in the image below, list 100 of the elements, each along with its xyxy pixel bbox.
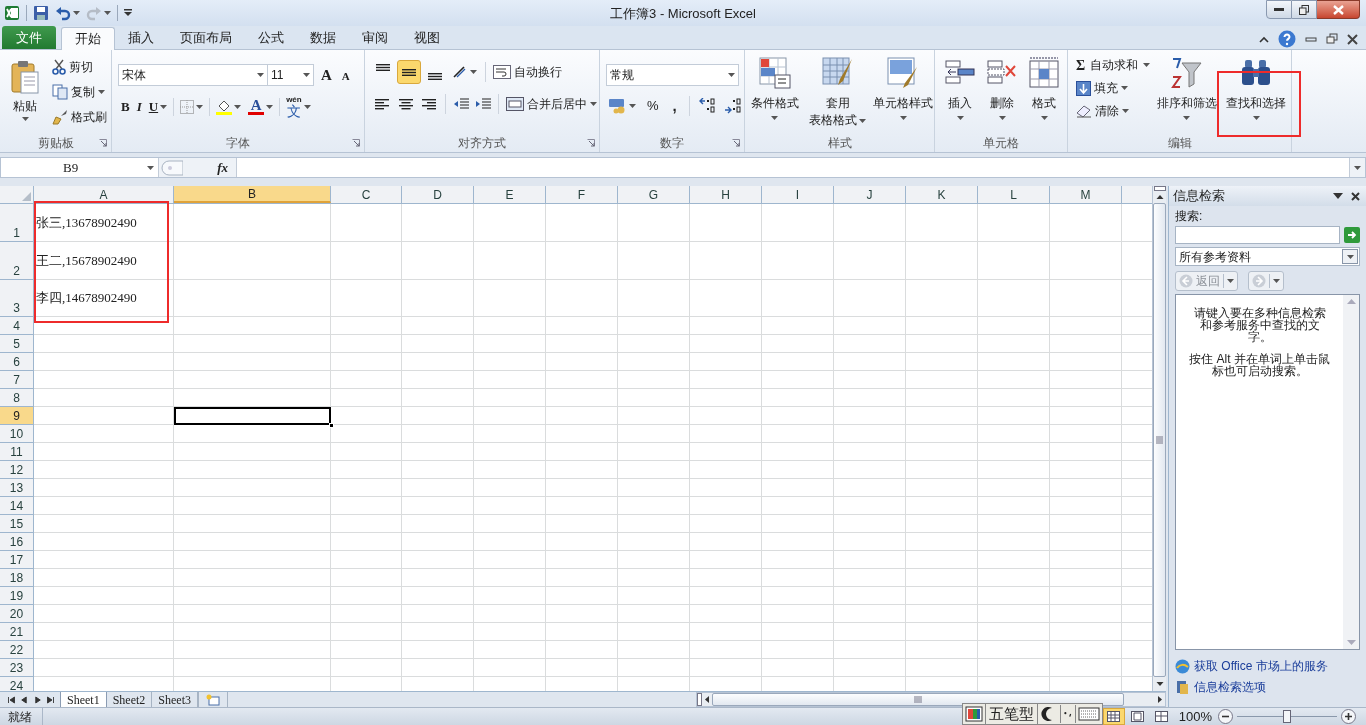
grid-cell[interactable] (834, 587, 906, 605)
grid-cell[interactable] (906, 389, 978, 407)
grid-cell[interactable] (34, 533, 174, 551)
grid-cell[interactable] (402, 335, 474, 353)
grid-cell[interactable] (331, 371, 402, 389)
grid-cell[interactable] (690, 497, 762, 515)
row-header[interactable]: 17 (0, 551, 34, 569)
grid-cell[interactable] (978, 533, 1050, 551)
grid-cell[interactable] (978, 389, 1050, 407)
grid-cell[interactable] (762, 551, 834, 569)
grid-cell[interactable] (546, 371, 618, 389)
grid-cell[interactable] (1050, 389, 1122, 407)
grid-cell[interactable] (618, 425, 690, 443)
zoom-slider[interactable] (1237, 709, 1337, 724)
grid-cell[interactable] (978, 204, 1050, 242)
grid-cell[interactable] (402, 533, 474, 551)
grid-cell[interactable] (618, 407, 690, 425)
grid-cell[interactable] (762, 569, 834, 587)
row-header[interactable]: 15 (0, 515, 34, 533)
grid-cell[interactable] (546, 551, 618, 569)
reference-source-dropdown[interactable]: 所有参考资料 (1175, 247, 1360, 266)
grid-cell[interactable] (978, 407, 1050, 425)
grid-cell[interactable] (618, 317, 690, 335)
grid-cell[interactable] (34, 425, 174, 443)
grid-cell[interactable] (546, 659, 618, 677)
service-link[interactable]: 获取 Office 市场上的服务 (1194, 657, 1328, 675)
grid-cell[interactable] (546, 389, 618, 407)
row-header[interactable]: 23 (0, 659, 34, 677)
grid-cell[interactable] (34, 389, 174, 407)
grid-cell[interactable] (618, 641, 690, 659)
grid-cell[interactable] (690, 335, 762, 353)
grid-cell[interactable] (474, 533, 546, 551)
grid-cell[interactable] (174, 280, 331, 317)
row-header[interactable]: 7 (0, 371, 34, 389)
cut-button[interactable]: 剪切 (50, 56, 109, 78)
grid-cell[interactable] (546, 605, 618, 623)
grid-cell[interactable] (834, 335, 906, 353)
pane-menu-icon[interactable] (1333, 193, 1343, 199)
number-format-field[interactable]: 常规 (606, 64, 739, 86)
grid-cell[interactable] (690, 623, 762, 641)
grid-cell[interactable] (978, 317, 1050, 335)
split-handle-icon[interactable] (1153, 186, 1166, 191)
grid-cell[interactable] (762, 371, 834, 389)
grid-cell[interactable] (978, 659, 1050, 677)
grid-cell[interactable] (1050, 443, 1122, 461)
row-header[interactable]: 2 (0, 242, 34, 280)
grid-cell[interactable] (978, 353, 1050, 371)
column-header[interactable]: M (1050, 186, 1122, 203)
grid-cell[interactable] (690, 605, 762, 623)
grid-cell[interactable] (1050, 605, 1122, 623)
grid-cell[interactable] (331, 425, 402, 443)
grid-cell[interactable] (762, 407, 834, 425)
grid-cell[interactable] (474, 551, 546, 569)
table-format-button[interactable]: 套用 表格格式 (806, 53, 869, 129)
grid-cell[interactable] (618, 659, 690, 677)
grid-cell[interactable] (834, 204, 906, 242)
grid-cell[interactable] (618, 280, 690, 317)
grid-cell[interactable] (474, 623, 546, 641)
column-header[interactable]: H (690, 186, 762, 203)
grid-cell[interactable] (331, 204, 402, 242)
grid-cell[interactable] (690, 242, 762, 280)
dialog-launcher-icon[interactable] (587, 139, 595, 147)
phonetic-button[interactable]: wén 文 (283, 96, 314, 118)
row-header[interactable]: 22 (0, 641, 34, 659)
grid-cell[interactable] (174, 605, 331, 623)
grid-cell[interactable] (834, 353, 906, 371)
grid-cell[interactable] (834, 461, 906, 479)
grid-cell[interactable] (34, 461, 174, 479)
grid-cell[interactable] (474, 371, 546, 389)
grid-cell[interactable] (174, 425, 331, 443)
grid-cell[interactable] (978, 371, 1050, 389)
grid-cell[interactable] (174, 479, 331, 497)
save-icon[interactable] (33, 5, 49, 21)
find-select-button[interactable]: 查找和选择 (1221, 53, 1291, 122)
grid-cell[interactable] (402, 280, 474, 317)
row-header[interactable]: 19 (0, 587, 34, 605)
grid-cell[interactable] (402, 623, 474, 641)
grid-cell[interactable] (690, 425, 762, 443)
row-header[interactable]: 6 (0, 353, 34, 371)
row-header[interactable]: 21 (0, 623, 34, 641)
grid-cell[interactable] (174, 551, 331, 569)
sheet-tab[interactable]: Sheet1 (60, 692, 107, 708)
grid-cell[interactable] (1050, 425, 1122, 443)
grid-cell[interactable] (474, 479, 546, 497)
close-icon[interactable] (1347, 33, 1358, 45)
grid-cell[interactable] (34, 623, 174, 641)
file-tab[interactable]: 文件 (2, 26, 56, 49)
grid-cell[interactable] (978, 641, 1050, 659)
row-header[interactable]: 16 (0, 533, 34, 551)
delete-cells-button[interactable]: 删除 (983, 53, 1021, 120)
grid-cell[interactable] (978, 335, 1050, 353)
grid-cell[interactable] (762, 242, 834, 280)
grid-cell[interactable] (331, 587, 402, 605)
grid-cell[interactable] (474, 569, 546, 587)
ribbon-tab[interactable]: 审阅 (349, 26, 401, 49)
grid-cell[interactable] (174, 389, 331, 407)
grid-cell[interactable] (762, 425, 834, 443)
grid-cell[interactable] (906, 371, 978, 389)
grid-cell[interactable] (834, 641, 906, 659)
grid-cell[interactable] (474, 641, 546, 659)
